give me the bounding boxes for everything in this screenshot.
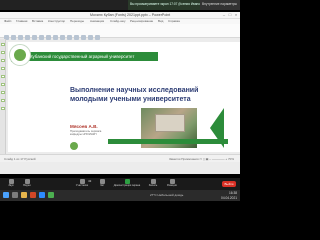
mute-button[interactable]: Звук (4, 179, 18, 189)
windows-taskbar: 27°C Небольшой дождь 16:38 04.04.2021 (0, 190, 240, 201)
window-title: Мохилх Кубан (Fonts) 2021ppt.pptx – Powe… (90, 13, 171, 17)
video-button[interactable]: Видео (20, 179, 34, 189)
find-icon[interactable] (88, 35, 93, 40)
slide-thumbnail[interactable] (1, 59, 5, 62)
file-explorer-icon[interactable] (21, 192, 27, 198)
font-icon[interactable] (39, 35, 44, 40)
screen-share-notification-text: Вы просматриваете экран 17:07 (Ксения Ив… (130, 2, 205, 6)
chat-label: Чат (99, 184, 105, 187)
chat-button[interactable]: Чат (96, 179, 108, 189)
clock-date: 04.04.2021 (221, 195, 237, 200)
slide-canvas[interactable]: Кубанский государственный аграрный униве… (8, 42, 240, 152)
slide-thumbnail[interactable] (1, 99, 5, 102)
participants-count: 43 (88, 179, 92, 183)
cut-icon[interactable] (11, 35, 16, 40)
small-logo-icon (70, 142, 78, 150)
powerpoint-icon[interactable] (30, 192, 36, 198)
search-icon[interactable] (12, 192, 18, 198)
slide-thumbnail[interactable] (1, 51, 5, 54)
zoom-icon[interactable] (39, 192, 45, 198)
participants-label: Участники (75, 184, 89, 187)
slide-thumbnail-panel (0, 39, 6, 154)
powerpoint-statusbar: Слайд 1 из 17 Русский Заметки Примечания… (0, 154, 240, 162)
university-banner: Кубанский государственный аграрный униве… (18, 52, 158, 61)
new-slide-icon[interactable] (25, 35, 30, 40)
ribbon-toolbar (0, 24, 240, 40)
reactions-label: Реакции (166, 184, 178, 187)
screen-share-notification[interactable]: Вы просматриваете экран 17:07 (Ксения Ив… (128, 0, 205, 10)
view-options-button[interactable]: Внутренние параметры (200, 0, 240, 10)
underline-icon[interactable] (60, 35, 65, 40)
slide-thumbnail[interactable] (1, 67, 5, 70)
replace-icon[interactable] (95, 35, 100, 40)
share-screen-label: Демонстрация экрана (113, 184, 141, 187)
copy-icon[interactable] (18, 35, 23, 40)
powerpoint-titlebar: Мохилх Кубан (Fonts) 2021ppt.pptx – Powe… (0, 12, 240, 19)
author-position: Преподаватель сервиса кафедры НПОИНКП (70, 129, 102, 137)
zoom-controls[interactable]: Заметки Примечания ▭ ▯ ▣ − ────── + 70% (169, 156, 234, 162)
video-label: Видео (23, 184, 31, 187)
minimize-button[interactable]: – (222, 13, 226, 17)
italic-icon[interactable] (53, 35, 58, 40)
slide-thumbnail[interactable] (1, 83, 5, 86)
slide-thumbnail[interactable] (1, 107, 5, 110)
weather-tray[interactable]: 27°C Небольшой дождь (150, 193, 183, 197)
notification-left-text (2, 1, 62, 8)
record-label: Запись (148, 184, 158, 187)
start-menu-icon[interactable] (3, 192, 9, 198)
screen-bezel (0, 201, 240, 240)
arrange-icon[interactable] (81, 35, 86, 40)
logo-emblem-icon (14, 49, 26, 61)
bottom-green-stripe (108, 139, 228, 144)
building-image (155, 114, 185, 132)
align-icon[interactable] (67, 35, 72, 40)
shared-screen-window: Мохилх Кубан (Fonts) 2021ppt.pptx – Powe… (0, 12, 240, 174)
chrome-icon[interactable] (48, 192, 54, 198)
meeting-toolbar: Звук Видео Участники 43 Чат Демонстрация… (0, 178, 240, 190)
mute-label: Звук (8, 184, 14, 187)
leave-meeting-button[interactable]: Выйти (222, 181, 236, 187)
university-logo (9, 44, 31, 66)
system-clock[interactable]: 16:38 04.04.2021 (221, 191, 237, 200)
maximize-button[interactable]: □ (228, 13, 232, 17)
notification-left (0, 0, 128, 10)
close-button[interactable]: × (234, 13, 238, 17)
slide-thumbnail[interactable] (1, 75, 5, 78)
share-screen-button[interactable]: Демонстрация экрана (112, 179, 142, 189)
slide-thumbnail[interactable] (1, 43, 5, 46)
slide-thumbnail[interactable] (1, 91, 5, 94)
record-button[interactable]: Запись (146, 179, 160, 189)
bold-icon[interactable] (46, 35, 51, 40)
slide-title: Выполнение научных исследований молодыми… (70, 87, 199, 103)
slide-counter: Слайд 1 из 17 Русский (4, 157, 36, 161)
reactions-button[interactable]: Реакции (164, 179, 180, 189)
view-options-label: Внутренние параметры (202, 2, 237, 6)
toolbar-icons (4, 27, 124, 40)
shapes-icon[interactable] (74, 35, 79, 40)
layout-icon[interactable] (32, 35, 37, 40)
university-name: Кубанский государственный аграрный униве… (30, 54, 135, 59)
